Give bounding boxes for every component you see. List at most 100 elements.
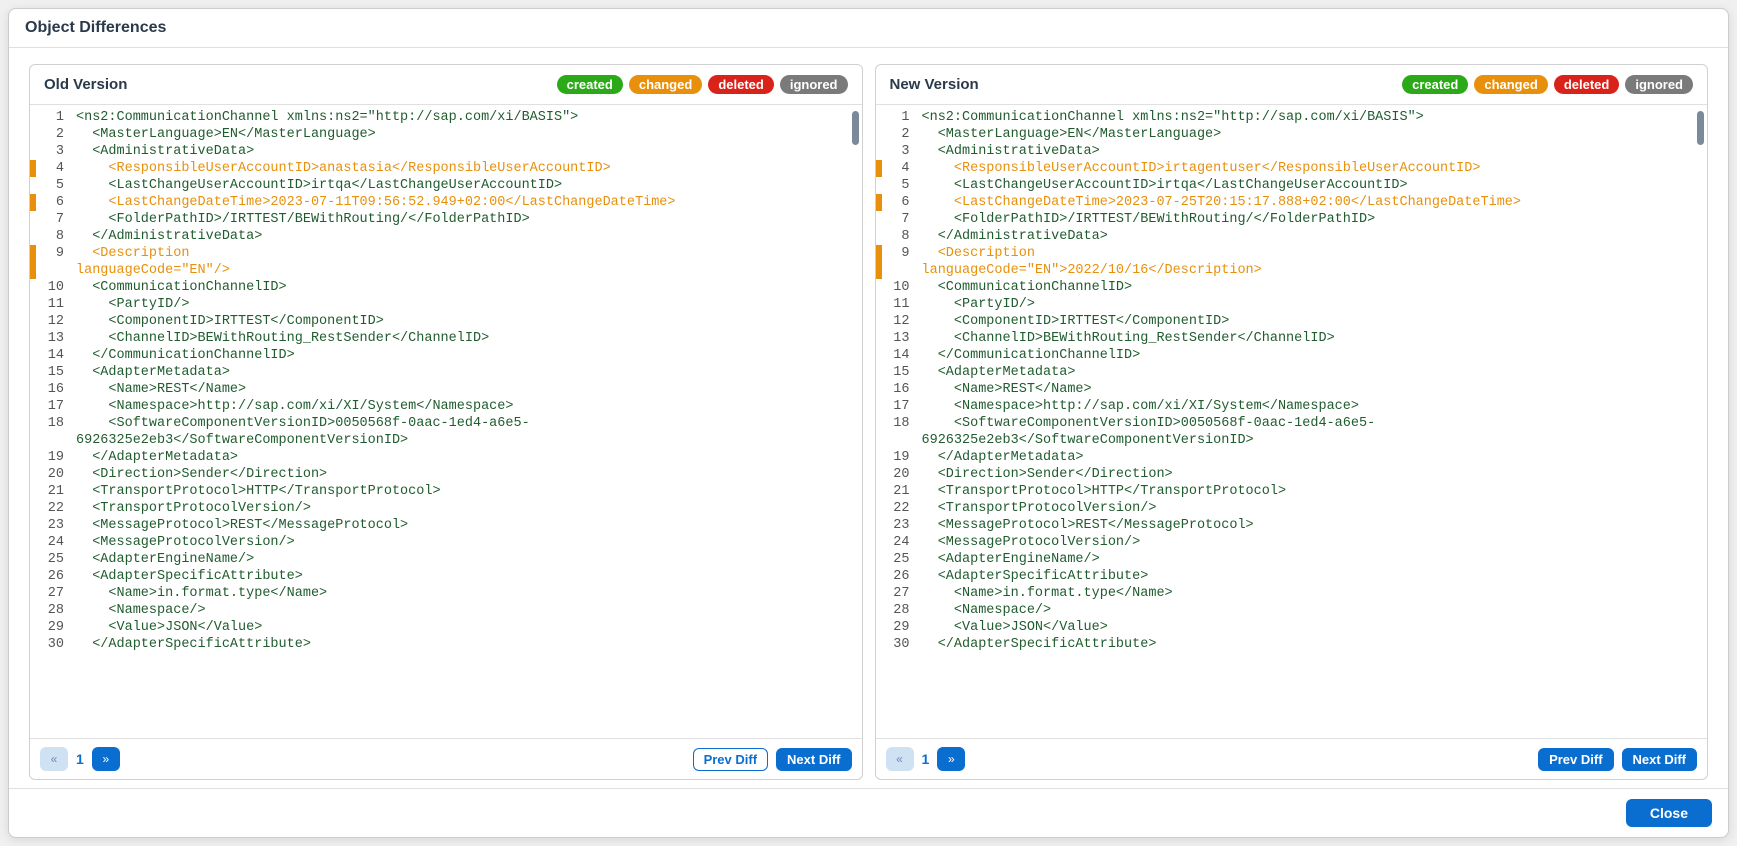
code-text: <Namespace/> [74,602,862,619]
line-number: 1 [36,109,74,126]
code-line: 21 <TransportProtocol>HTTP</TransportPro… [876,483,1708,500]
code-line: 30 </AdapterSpecificAttribute> [876,636,1708,653]
code-line: 24 <MessageProtocolVersion/> [876,534,1708,551]
new-prev-page-button[interactable]: « [886,747,914,771]
line-number [36,432,74,449]
code-text: <SoftwareComponentVersionID>0050568f-0aa… [920,415,1708,432]
code-text: 6926325e2eb3</SoftwareComponentVersionID… [920,432,1708,449]
code-line: 6926325e2eb3</SoftwareComponentVersionID… [30,432,862,449]
code-line: 29 <Value>JSON</Value> [876,619,1708,636]
code-text: <MessageProtocolVersion/> [74,534,862,551]
old-next-diff-button[interactable]: Next Diff [776,748,851,771]
line-number: 6 [882,194,920,211]
code-line: 13 <ChannelID>BEWithRouting_RestSender</… [876,330,1708,347]
code-text: <ns2:CommunicationChannel xmlns:ns2="htt… [74,109,862,126]
code-line: 5 <LastChangeUserAccountID>irtqa</LastCh… [876,177,1708,194]
code-text: <LastChangeUserAccountID>irtqa</LastChan… [920,177,1708,194]
code-line: 27 <Name>in.format.type</Name> [876,585,1708,602]
code-text: </AdapterSpecificAttribute> [74,636,862,653]
code-line: 1<ns2:CommunicationChannel xmlns:ns2="ht… [876,109,1708,126]
scrollbar-thumb[interactable] [1697,111,1704,145]
code-text: <PartyID/> [920,296,1708,313]
code-line: 18 <SoftwareComponentVersionID>0050568f-… [30,415,862,432]
code-text: <AdapterMetadata> [74,364,862,381]
line-number: 4 [36,160,74,177]
code-line: 7 <FolderPathID>/IRTTEST/BEWithRouting/<… [876,211,1708,228]
chevron-double-left-icon: « [51,752,58,766]
code-line: 2 <MasterLanguage>EN</MasterLanguage> [876,126,1708,143]
code-text: <ResponsibleUserAccountID>anastasia</Res… [74,160,862,177]
line-number: 15 [36,364,74,381]
code-line: 8 </AdministrativeData> [30,228,862,245]
line-number: 7 [36,211,74,228]
old-next-page-button[interactable]: » [92,747,120,771]
code-line: 10 <CommunicationChannelID> [30,279,862,296]
badge-changed: changed [629,75,702,94]
dialog-body: Old Version created changed deleted igno… [9,48,1728,788]
old-pane-title: Old Version [44,76,127,93]
code-line: 23 <MessageProtocol>REST</MessageProtoco… [876,517,1708,534]
code-text: <Direction>Sender</Direction> [920,466,1708,483]
new-page-number: 1 [922,751,930,767]
code-text: <Namespace/> [920,602,1708,619]
line-number: 30 [882,636,920,653]
code-line: 27 <Name>in.format.type</Name> [30,585,862,602]
code-text: <AdapterEngineName/> [74,551,862,568]
code-line: 26 <AdapterSpecificAttribute> [876,568,1708,585]
line-number: 3 [882,143,920,160]
line-number: 29 [882,619,920,636]
line-number: 9 [36,245,74,262]
line-number: 14 [36,347,74,364]
line-number: 23 [36,517,74,534]
line-number: 20 [36,466,74,483]
old-prev-page-button[interactable]: « [40,747,68,771]
code-text: languageCode="EN"/> [74,262,862,279]
line-number: 18 [36,415,74,432]
line-number: 22 [36,500,74,517]
code-line: languageCode="EN"/> [30,262,862,279]
line-number: 27 [36,585,74,602]
line-number: 18 [882,415,920,432]
line-number: 30 [36,636,74,653]
line-number: 26 [36,568,74,585]
code-line: 30 </AdapterSpecificAttribute> [30,636,862,653]
code-line: 16 <Name>REST</Name> [30,381,862,398]
code-text: <Description [920,245,1708,262]
new-next-page-button[interactable]: » [937,747,965,771]
badge-ignored: ignored [780,75,848,94]
code-line: 14 </CommunicationChannelID> [30,347,862,364]
code-text: <LastChangeUserAccountID>irtqa</LastChan… [74,177,862,194]
code-line: 19 </AdapterMetadata> [876,449,1708,466]
code-line: 16 <Name>REST</Name> [876,381,1708,398]
code-line: 22 <TransportProtocolVersion/> [876,500,1708,517]
old-prev-diff-button[interactable]: Prev Diff [693,748,768,771]
code-line: 6926325e2eb3</SoftwareComponentVersionID… [876,432,1708,449]
code-text: <AdapterSpecificAttribute> [920,568,1708,585]
code-text: <Value>JSON</Value> [74,619,862,636]
badge-created: created [557,75,623,94]
line-number: 5 [882,177,920,194]
line-number [882,262,920,279]
scrollbar-thumb[interactable] [852,111,859,145]
code-line: 3 <AdministrativeData> [30,143,862,160]
code-text: </AdapterMetadata> [74,449,862,466]
line-number: 3 [36,143,74,160]
code-text: </AdministrativeData> [74,228,862,245]
new-next-diff-button[interactable]: Next Diff [1622,748,1697,771]
code-text: languageCode="EN">2022/10/16</Descriptio… [920,262,1708,279]
code-line: 4 <ResponsibleUserAccountID>anastasia</R… [30,160,862,177]
close-button[interactable]: Close [1626,799,1712,827]
chevron-double-left-icon: « [896,752,903,766]
new-prev-diff-button[interactable]: Prev Diff [1538,748,1613,771]
dialog-footer: Close [9,788,1728,837]
old-code-viewer[interactable]: 1<ns2:CommunicationChannel xmlns:ns2="ht… [30,105,862,738]
code-line: 11 <PartyID/> [30,296,862,313]
code-text: </CommunicationChannelID> [920,347,1708,364]
code-line: 11 <PartyID/> [876,296,1708,313]
new-code-viewer[interactable]: 1<ns2:CommunicationChannel xmlns:ns2="ht… [876,105,1708,738]
line-number: 4 [882,160,920,177]
chevron-double-right-icon: » [948,752,955,766]
line-number: 14 [882,347,920,364]
code-line: 26 <AdapterSpecificAttribute> [30,568,862,585]
code-line: 13 <ChannelID>BEWithRouting_RestSender</… [30,330,862,347]
